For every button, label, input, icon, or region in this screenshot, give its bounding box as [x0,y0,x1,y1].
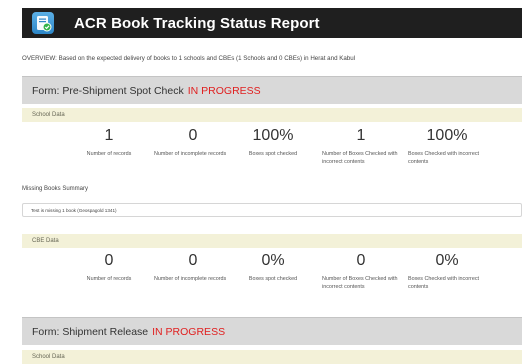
stat-value: 0 [356,252,366,269]
stat-label: Boxes Checked with incorrect contents [408,151,480,165]
section-label: CBE Data [32,238,59,244]
stat-value: 1 [356,127,366,144]
section-label: School Data [32,112,65,118]
stat-boxes-incorrect-count: 1 Number of Boxes Checked with incorrect… [316,127,406,166]
stat-label: Number of Boxes Checked with incorrect c… [322,151,398,165]
report-title: ACR Book Tracking Status Report [74,14,320,32]
form-title: Form: Pre-Shipment Spot Check [32,84,184,97]
stat-number-of-records: 1 Number of records [64,127,154,159]
section-school-data: School Data [22,108,522,122]
stat-boxes-spot-checked: 100% Boxes spot checked [228,127,318,159]
stat-label: Boxes Checked with incorrect contents [408,276,480,290]
stat-label: Number of records [86,276,132,282]
stat-label: Number of incomplete records [154,276,227,282]
stat-value: 0% [261,252,285,269]
stat-boxes-spot-checked: 0% Boxes spot checked [228,252,318,284]
form-title: Form: Shipment Release [32,325,149,338]
section-label: School Data [32,354,65,360]
stat-label: Number of incomplete records [154,151,227,157]
form-status-badge: IN PROGRESS [152,325,226,338]
stat-value: 100% [252,127,294,144]
stat-label: Boxes spot checked [248,151,298,157]
list-item: Test is missing 1 book (Geospagold 1341) [31,207,117,213]
form-header-pre-shipment: Form: Pre-Shipment Spot Check IN PROGRES… [22,76,522,104]
stat-value: 1 [104,127,114,144]
section-school-data: School Data [22,350,522,364]
cbe-stats: 0 Number of records 0 Number of incomple… [22,252,522,312]
stat-label: Boxes spot checked [248,276,298,282]
stat-value: 0% [435,252,459,269]
section-cbe-data: CBE Data [22,234,522,248]
stat-boxes-incorrect-percent: 100% Boxes Checked with incorrect conten… [402,127,492,166]
stat-value: 0 [188,252,198,269]
form-status-badge: IN PROGRESS [187,84,261,97]
stat-incomplete-records: 0 Number of incomplete records [148,252,238,284]
stat-boxes-incorrect-count: 0 Number of Boxes Checked with incorrect… [316,252,406,291]
missing-books-list: Test is missing 1 book (Geospagold 1341) [22,203,522,217]
missing-books-heading: Missing Books Summary [22,186,89,192]
stat-value: 100% [426,127,468,144]
stat-value: 0 [188,127,198,144]
school-stats: 1 Number of records 0 Number of incomple… [22,127,522,187]
form-header-shipment-release: Form: Shipment Release IN PROGRESS [22,317,522,345]
stat-incomplete-records: 0 Number of incomplete records [148,127,238,159]
overview-text: OVERVIEW: Based on the expected delivery… [22,55,356,62]
stat-value: 0 [104,252,114,269]
book-check-icon [32,12,54,34]
stat-label: Number of records [86,151,132,157]
stat-boxes-incorrect-percent: 0% Boxes Checked with incorrect contents [402,252,492,291]
report-header: ACR Book Tracking Status Report [22,8,522,38]
stat-number-of-records: 0 Number of records [64,252,154,284]
stat-label: Number of Boxes Checked with incorrect c… [322,276,398,290]
